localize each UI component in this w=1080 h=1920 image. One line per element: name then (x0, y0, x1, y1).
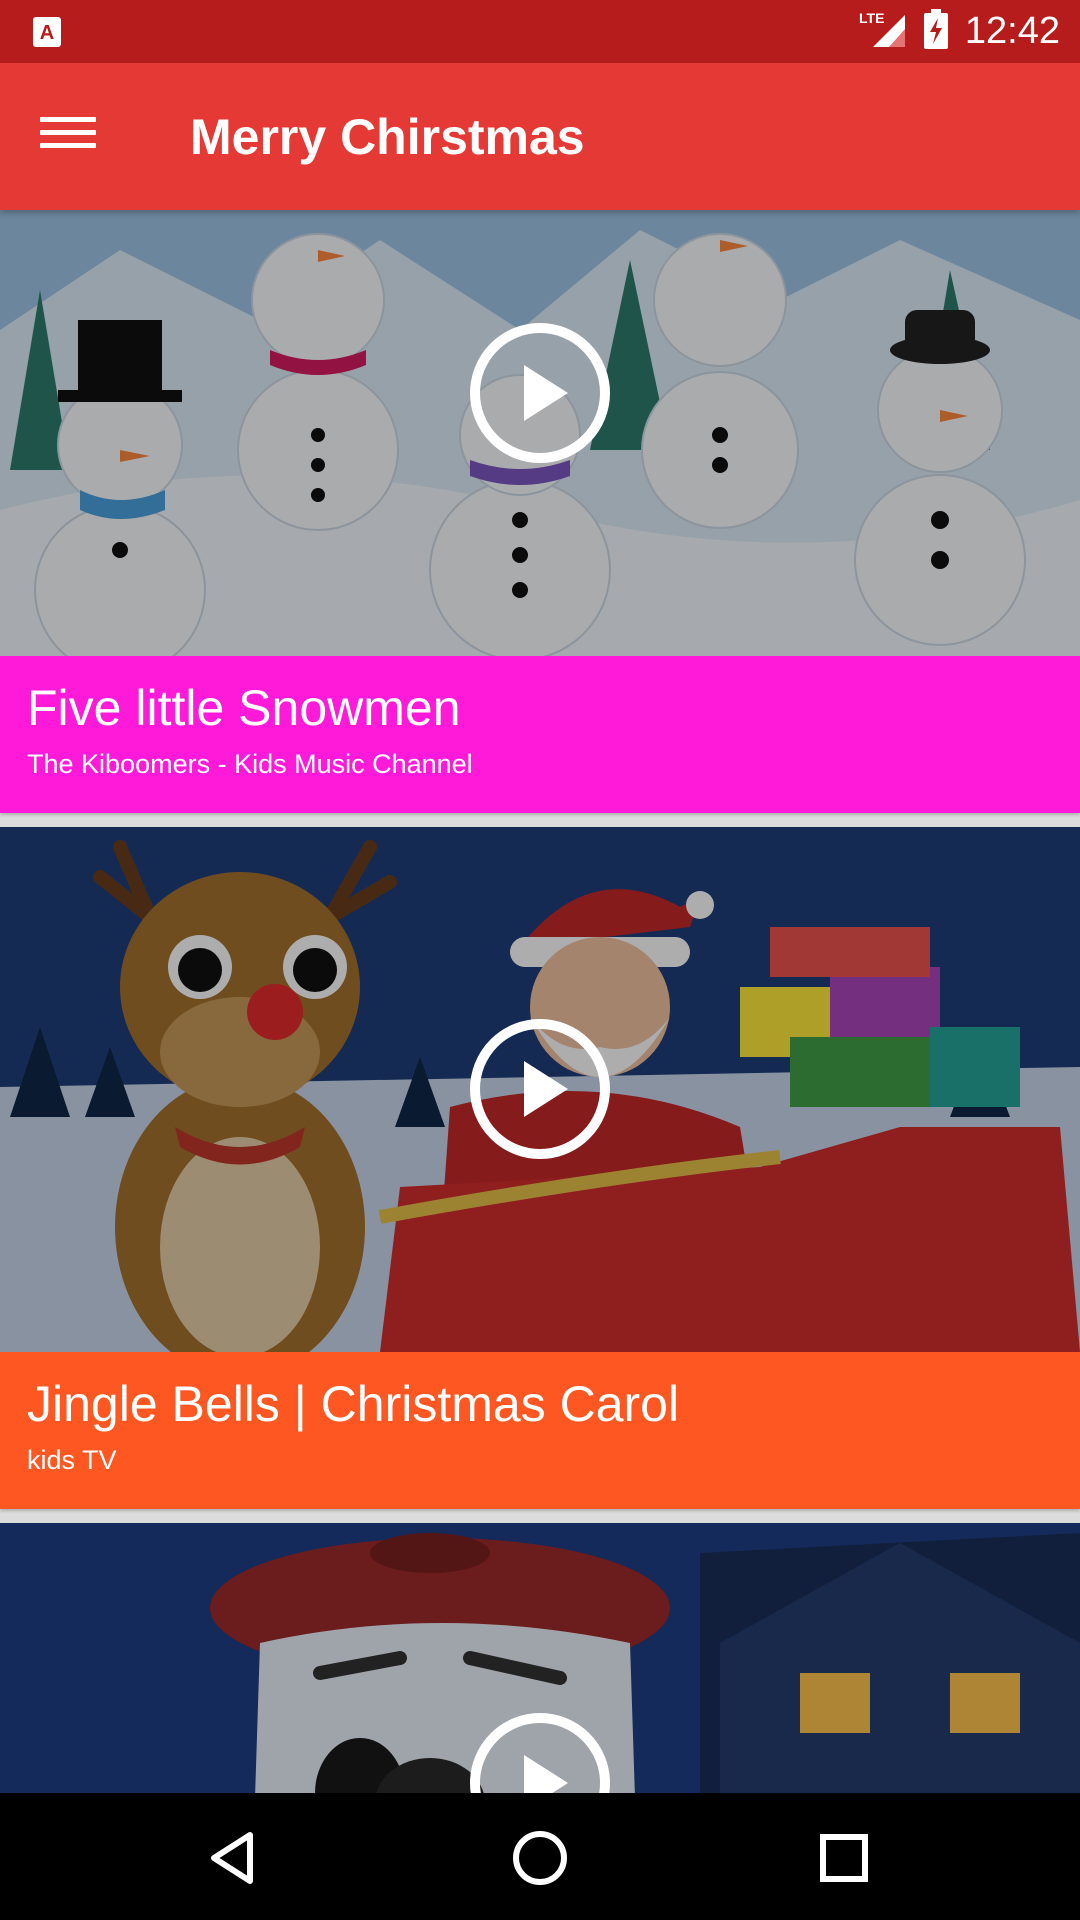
play-circle-icon[interactable] (468, 1017, 612, 1161)
video-caption[interactable]: Five little Snowmen The Kiboomers - Kids… (0, 656, 1080, 813)
play-circle-icon[interactable] (468, 1711, 612, 1793)
status-bar: A LTE 12:42 (0, 0, 1080, 63)
status-time: 12:42 (964, 10, 1060, 52)
video-card[interactable] (0, 1523, 1080, 1793)
recents-square-icon[interactable] (809, 1823, 879, 1893)
video-title: Five little Snowmen (27, 680, 461, 736)
svg-text:A: A (40, 22, 54, 44)
back-triangle-icon[interactable] (200, 1823, 270, 1893)
app-notification-icon: A (32, 16, 62, 53)
play-circle-icon[interactable] (468, 321, 612, 465)
video-title: Jingle Bells | Christmas Carol (27, 1376, 680, 1432)
battery-charging-icon (923, 8, 949, 54)
santa-reindeer-thumbnail[interactable] (0, 827, 1080, 1352)
hamburger-menu-icon[interactable] (40, 109, 104, 163)
lte-signal-icon: LTE (859, 9, 907, 54)
home-circle-icon[interactable] (505, 1823, 575, 1893)
snowman-night-thumbnail[interactable] (0, 1523, 1080, 1793)
page-title: Merry Chirstmas (190, 109, 585, 165)
video-channel: The Kiboomers - Kids Music Channel (27, 749, 473, 779)
video-channel: kids TV (27, 1445, 117, 1475)
video-card[interactable]: Jingle Bells | Christmas Carol kids TV (0, 827, 1080, 1509)
snowmen-thumbnail[interactable] (0, 210, 1080, 656)
video-card[interactable]: Five little Snowmen The Kiboomers - Kids… (0, 210, 1080, 813)
svg-text:LTE: LTE (859, 10, 884, 26)
video-caption[interactable]: Jingle Bells | Christmas Carol kids TV (0, 1352, 1080, 1509)
navigation-bar (0, 1793, 1080, 1920)
video-feed[interactable]: Five little Snowmen The Kiboomers - Kids… (0, 210, 1080, 1793)
app-bar: Merry Chirstmas (0, 63, 1080, 210)
